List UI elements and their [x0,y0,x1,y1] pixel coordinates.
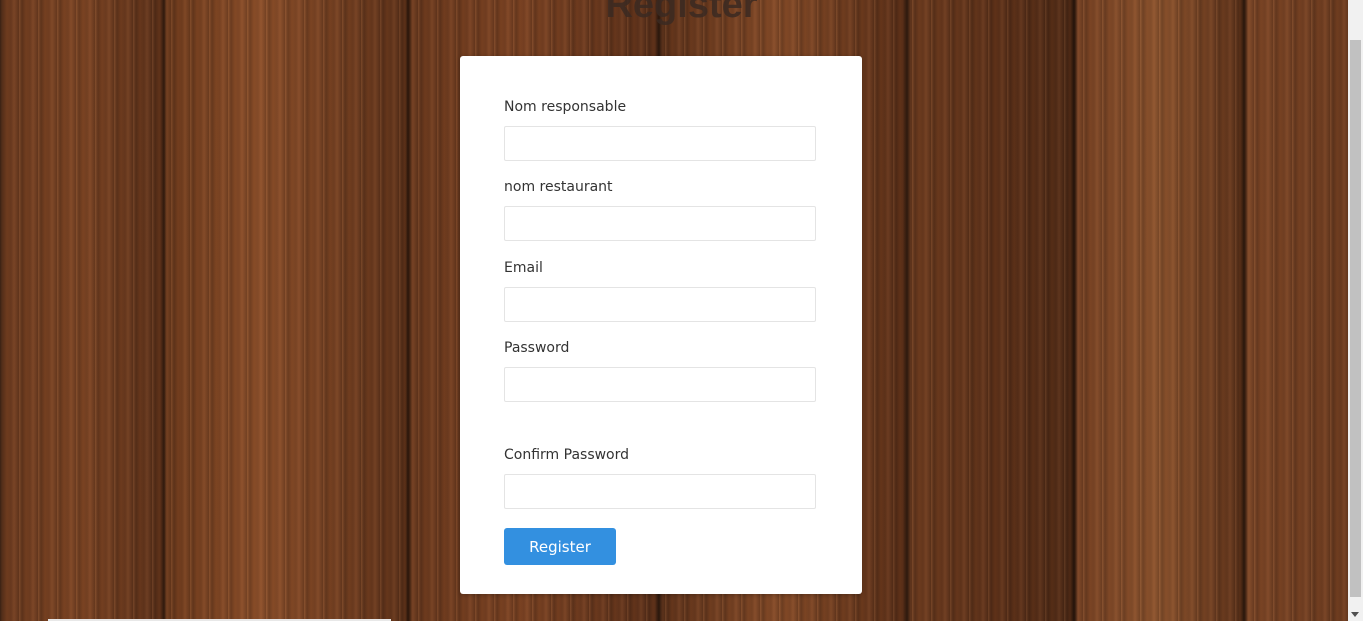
page-background: Register Nom responsable nom restaurant … [0,0,1363,621]
password-label: Password [504,340,570,356]
page-title: Register [605,0,758,26]
register-form: Nom responsable nom restaurant Email Pas… [460,56,862,594]
nom-restaurant-label: nom restaurant [504,179,613,195]
password-input[interactable] [504,367,816,402]
nom-restaurant-input[interactable] [504,206,816,241]
register-button[interactable]: Register [504,528,616,565]
vertical-scrollbar[interactable] [1348,0,1363,621]
email-label: Email [504,260,543,276]
nom-responsable-label: Nom responsable [504,99,627,115]
email-input[interactable] [504,287,816,322]
scroll-down-arrow-icon[interactable] [1351,612,1359,617]
scrollbar-thumb[interactable] [1350,40,1361,597]
nom-responsable-input[interactable] [504,126,816,161]
confirm-password-input[interactable] [504,474,816,509]
confirm-password-label: Confirm Password [504,447,630,463]
